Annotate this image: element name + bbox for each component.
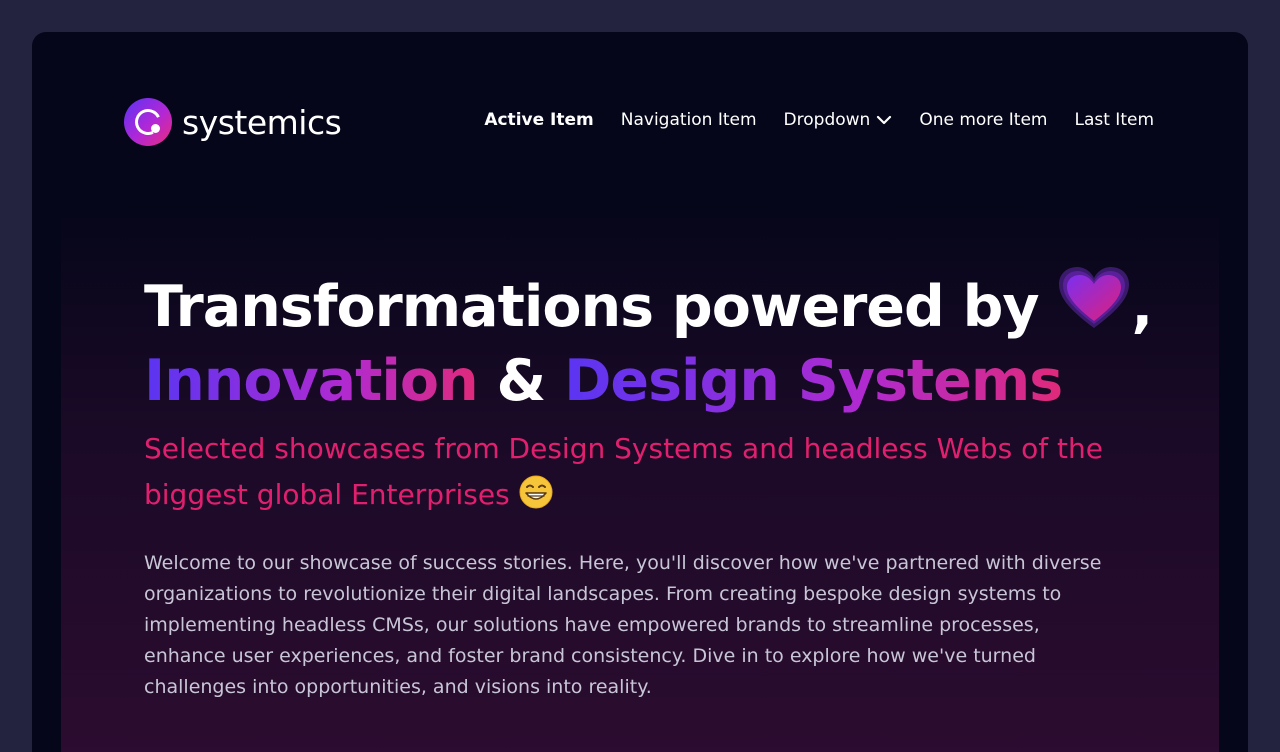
nav-item-active[interactable]: Active Item [484, 110, 593, 130]
brand-logo[interactable]: systemics [124, 98, 342, 146]
main-nav: Active Item Navigation Item Dropdown One… [457, 110, 1154, 130]
nav-item-last[interactable]: Last Item [1074, 110, 1154, 130]
nav-item-navigation[interactable]: Navigation Item [621, 110, 757, 130]
nav-item-one-more[interactable]: One more Item [919, 110, 1047, 130]
nav-item-dropdown-label: Dropdown [783, 110, 871, 130]
hero-section: Transformations powered by , Innovation … [144, 266, 1153, 703]
heart-icon [1059, 267, 1130, 328]
logo-icon [124, 98, 172, 146]
subheading-text: Selected showcases from Design Systems a… [144, 432, 1103, 511]
site-header: systemics Active Item Navigation Item Dr… [124, 96, 1154, 150]
headline-comma: , [1131, 274, 1153, 340]
brand-name: systemics [182, 102, 342, 142]
hero-headline: Transformations powered by , Innovation … [144, 266, 1153, 418]
page-frame: systemics Active Item Navigation Item Dr… [32, 32, 1248, 752]
headline-innovation: Innovation [144, 348, 479, 414]
headline-design-systems: Design Systems [564, 348, 1063, 414]
hero-subheading: Selected showcases from Design Systems a… [144, 426, 1144, 518]
nav-item-dropdown[interactable]: Dropdown [784, 110, 893, 130]
headline-ampersand: & [496, 348, 547, 414]
grinning-face-icon [519, 475, 553, 509]
headline-line1: Transformations powered by [144, 274, 1040, 340]
chevron-down-icon [877, 115, 892, 125]
hero-body-text: Welcome to our showcase of success stori… [144, 552, 1102, 698]
